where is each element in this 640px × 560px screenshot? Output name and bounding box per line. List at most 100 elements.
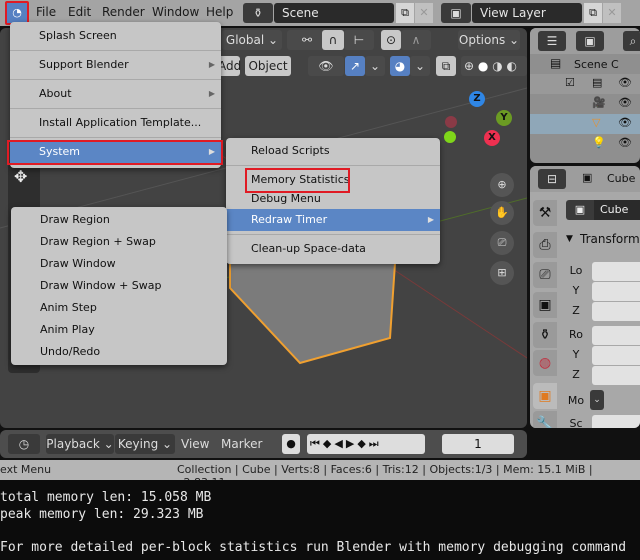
- delete-view-layer-icon[interactable]: ✕: [603, 3, 621, 23]
- gizmo-neg-x[interactable]: [445, 116, 457, 128]
- transform-panel-title[interactable]: Transform: [580, 232, 640, 246]
- snap-toggle[interactable]: ∩: [322, 30, 344, 50]
- rotation-mode-dropdown[interactable]: ⌄: [590, 390, 604, 410]
- outliner-row-camera[interactable]: 🎥 👁: [530, 94, 640, 114]
- falloff-dropdown[interactable]: ∧: [401, 30, 431, 50]
- current-frame-field[interactable]: 1: [442, 434, 514, 454]
- menu-render[interactable]: Render: [102, 5, 145, 19]
- record-icon[interactable]: ●: [282, 434, 300, 454]
- tab-scene[interactable]: ⚱: [533, 322, 557, 348]
- filter-dropdown[interactable]: ▣: [576, 31, 604, 51]
- menu-item-undo-redo[interactable]: Undo/Redo: [11, 341, 227, 363]
- menu-item-reload-scripts[interactable]: Reload Scripts: [226, 140, 440, 162]
- overlay-dropdown[interactable]: ⌄: [410, 56, 430, 76]
- scale-x-field[interactable]: [592, 415, 640, 428]
- object-data-icon[interactable]: ▣: [566, 200, 594, 220]
- menu-item-draw-region[interactable]: Draw Region: [11, 209, 227, 231]
- tab-modifiers[interactable]: 🔧: [533, 411, 557, 428]
- menu-window[interactable]: Window: [152, 5, 199, 19]
- view-menu[interactable]: View: [181, 437, 209, 451]
- tab-tool[interactable]: ⚒: [533, 200, 557, 226]
- jump-start-icon[interactable]: ⏮: [310, 437, 323, 450]
- orientation-dropdown[interactable]: Global ⌄: [222, 30, 282, 50]
- scene-collection-label[interactable]: Scene C: [574, 58, 619, 71]
- menu-item-redraw-timer[interactable]: Redraw Timer ▶: [226, 209, 440, 231]
- location-z-field[interactable]: [592, 302, 640, 321]
- tab-render[interactable]: ⎙: [533, 232, 557, 258]
- marker-menu[interactable]: Marker: [221, 437, 262, 451]
- xray-toggle[interactable]: ⧉: [436, 56, 456, 76]
- editor-type-dropdown[interactable]: ◷: [8, 434, 40, 454]
- eye-icon[interactable]: 👁: [618, 76, 632, 89]
- menu-item-draw-window[interactable]: Draw Window: [11, 253, 227, 275]
- menu-item-draw-region-swap[interactable]: Draw Region + Swap: [11, 231, 227, 253]
- eye-icon[interactable]: 👁: [618, 136, 632, 149]
- tab-object[interactable]: ▣: [533, 383, 557, 409]
- menu-item-draw-window-swap[interactable]: Draw Window + Swap: [11, 275, 227, 297]
- gizmo-y-axis[interactable]: Y: [496, 110, 512, 126]
- menu-item-debug-menu[interactable]: Debug Menu: [226, 191, 440, 209]
- pan-hand-icon[interactable]: ✋: [490, 201, 514, 225]
- jump-end-icon[interactable]: ⏭: [369, 437, 382, 450]
- menu-item-anim-step[interactable]: Anim Step: [11, 297, 227, 319]
- location-y-field[interactable]: [592, 282, 640, 301]
- gizmo-toggle[interactable]: ↗: [345, 56, 365, 76]
- rendered-icon[interactable]: ◐: [507, 59, 517, 73]
- next-keyframe-icon[interactable]: ◆: [357, 437, 368, 450]
- camera-view-icon[interactable]: ⎚: [490, 231, 514, 255]
- view-layer-name-field[interactable]: View Layer: [472, 3, 582, 23]
- new-view-layer-icon[interactable]: ⧉: [584, 3, 602, 23]
- menu-item-support-blender[interactable]: Support Blender ▶: [10, 54, 221, 76]
- editor-type-dropdown[interactable]: ⊟: [538, 169, 566, 189]
- location-x-field[interactable]: [592, 262, 640, 281]
- solid-icon[interactable]: ●: [478, 59, 488, 73]
- move-tool-icon[interactable]: ✥: [14, 167, 27, 186]
- eye-icon[interactable]: 👁: [618, 116, 632, 129]
- wireframe-icon[interactable]: ⊕: [464, 59, 474, 73]
- eye-icon[interactable]: 👁: [618, 96, 632, 109]
- prev-keyframe-icon[interactable]: ◆: [323, 437, 334, 450]
- object-name-field[interactable]: Cube: [594, 200, 640, 220]
- menu-item-anim-play[interactable]: Anim Play: [11, 319, 227, 341]
- snap-target-dropdown[interactable]: ⊢: [344, 30, 374, 50]
- rotation-y-field[interactable]: [592, 346, 640, 365]
- pivot-dropdown[interactable]: ⚯: [287, 30, 327, 50]
- gizmo-neg-y[interactable]: [444, 131, 456, 143]
- menu-item-install-template[interactable]: Install Application Template...: [10, 112, 221, 134]
- play-reverse-icon[interactable]: ◀: [334, 437, 345, 450]
- keying-menu[interactable]: Keying ⌄: [115, 434, 175, 454]
- outliner-row-cube[interactable]: ▽ 👁: [530, 114, 640, 134]
- proportional-edit-toggle[interactable]: ⊙: [381, 30, 401, 50]
- zoom-icon[interactable]: ⊕: [490, 173, 514, 197]
- tab-output[interactable]: ⎚: [533, 262, 557, 288]
- gizmo-x-axis[interactable]: X: [484, 130, 500, 146]
- add-menu[interactable]: Add: [218, 56, 241, 76]
- collection-checkbox[interactable]: ☑: [565, 76, 575, 89]
- menu-item-splash-screen[interactable]: Splash Screen: [10, 25, 221, 47]
- overlay-toggle[interactable]: ◕: [390, 56, 410, 76]
- new-scene-icon[interactable]: ⧉: [396, 3, 414, 23]
- panel-collapse-icon[interactable]: ▼: [566, 234, 573, 244]
- delete-scene-icon[interactable]: ✕: [415, 3, 433, 23]
- visibility-dropdown[interactable]: 👁: [308, 56, 344, 76]
- gizmo-z-axis[interactable]: Z: [469, 91, 485, 107]
- tab-view-layer[interactable]: ▣: [533, 292, 557, 318]
- menu-help[interactable]: Help: [206, 5, 233, 19]
- tab-world[interactable]: ◍: [533, 350, 557, 376]
- search-icon[interactable]: ⌕: [623, 31, 640, 51]
- view-layer-selector-button[interactable]: ▣: [441, 3, 471, 23]
- scene-name-field[interactable]: Scene: [274, 3, 394, 23]
- menu-item-cleanup-space-data[interactable]: Clean-up Space-data: [226, 238, 440, 260]
- play-icon[interactable]: ▶: [346, 437, 357, 450]
- scene-selector-button[interactable]: ⚱: [243, 3, 273, 23]
- options-dropdown[interactable]: Options ⌄: [458, 30, 520, 50]
- menu-item-about[interactable]: About ▶: [10, 83, 221, 105]
- rotation-z-field[interactable]: [592, 366, 640, 385]
- perspective-grid-icon[interactable]: ⊞: [490, 261, 514, 285]
- menu-file[interactable]: File: [36, 5, 56, 19]
- material-icon[interactable]: ◑: [492, 59, 502, 73]
- outliner-row-collection[interactable]: ☑ ▤ 👁: [530, 74, 640, 94]
- outliner-row-light[interactable]: 💡 👁: [530, 134, 640, 154]
- shading-modes[interactable]: ⊕ ● ◑ ◐: [461, 56, 527, 76]
- rotation-x-field[interactable]: [592, 326, 640, 345]
